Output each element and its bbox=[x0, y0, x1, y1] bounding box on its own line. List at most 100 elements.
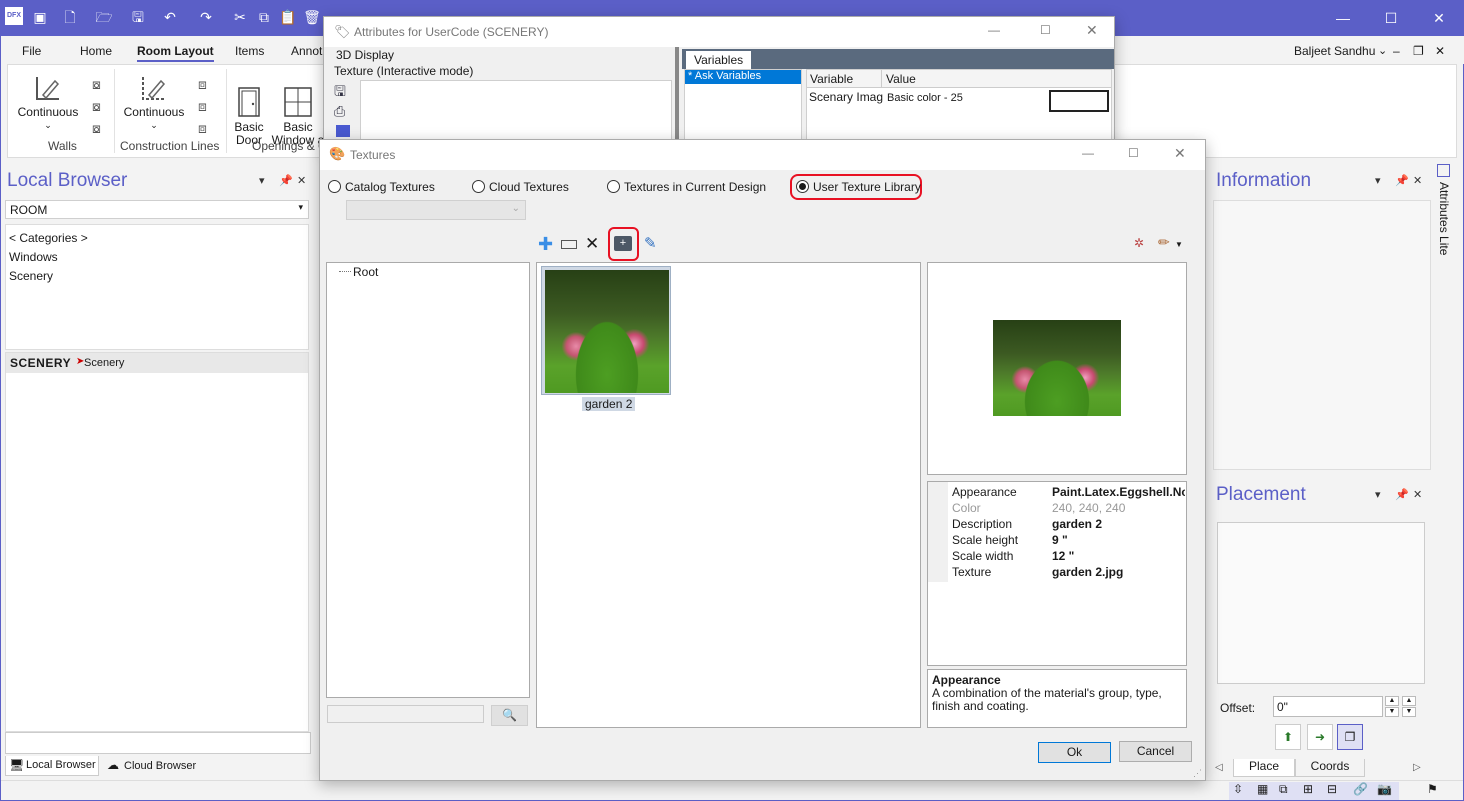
menu-file[interactable]: File bbox=[22, 44, 41, 58]
place-up-button[interactable]: ⬆ bbox=[1275, 724, 1301, 750]
menu-annotate[interactable]: Annot bbox=[291, 44, 322, 58]
minimize-button[interactable]: — bbox=[1082, 146, 1094, 160]
add-folder-icon[interactable]: + bbox=[614, 236, 632, 251]
rename-icon[interactable] bbox=[561, 240, 577, 249]
redo-icon[interactable]: ↷ bbox=[197, 8, 215, 26]
link-icon[interactable]: 🔗 bbox=[1353, 782, 1368, 796]
object-snap-icon[interactable]: ⧉ bbox=[1279, 782, 1288, 797]
property-row[interactable]: Texture garden 2.jpg bbox=[928, 564, 1185, 580]
menu-room-layout[interactable]: Room Layout bbox=[137, 44, 214, 62]
offset-down-button[interactable]: ▼ bbox=[1385, 707, 1399, 717]
property-row[interactable]: Appearance Paint.Latex.Eggshell.No bbox=[928, 484, 1185, 500]
browser-search-input[interactable] bbox=[5, 732, 311, 754]
flag-icon[interactable]: ⚑ bbox=[1427, 782, 1438, 796]
undo-icon[interactable]: ↶ bbox=[161, 8, 179, 26]
panel-close-icon[interactable]: ✕ bbox=[297, 174, 306, 187]
place-copy-button[interactable]: ❐ bbox=[1337, 724, 1363, 750]
close-button[interactable]: ✕ bbox=[1174, 145, 1186, 162]
offset-down-alt-button[interactable]: ▼ bbox=[1402, 707, 1416, 717]
add-texture-icon[interactable]: ✚ bbox=[538, 234, 553, 254]
minimize-button[interactable]: — bbox=[1323, 6, 1363, 30]
snap-icon[interactable]: ⊞ bbox=[1303, 782, 1313, 796]
texture-thumbnail-garden-2[interactable] bbox=[541, 266, 671, 395]
tab-variables[interactable]: Variables bbox=[686, 51, 752, 69]
splitter[interactable] bbox=[675, 47, 679, 149]
walls-continuous-button[interactable]: Continuous ⌄ bbox=[16, 73, 80, 132]
offset-up-button[interactable]: ▲ bbox=[1385, 696, 1399, 706]
pin-icon[interactable]: 📌 bbox=[1395, 488, 1409, 501]
user-name[interactable]: Baljeet Sandhu bbox=[1294, 44, 1375, 58]
property-row[interactable]: Scale width 12 " bbox=[928, 548, 1185, 564]
ok-button[interactable]: Ok bbox=[1038, 742, 1111, 763]
maximize-button[interactable]: ☐ bbox=[1371, 6, 1411, 30]
panel-close-icon[interactable]: ✕ bbox=[1413, 174, 1422, 187]
list-item[interactable]: Windows bbox=[9, 250, 58, 264]
paste-icon[interactable]: 📋 bbox=[279, 8, 297, 26]
tree-search-input[interactable] bbox=[327, 705, 484, 723]
cline-continuous-button[interactable]: Continuous ⌄ bbox=[122, 73, 186, 132]
measure-icon[interactable]: ✏ bbox=[1158, 234, 1170, 251]
new-file-icon[interactable]: 🗋 bbox=[61, 8, 79, 26]
radio-user-texture-library[interactable]: User Texture Library bbox=[796, 180, 921, 194]
ribbon-restore-icon[interactable]: ❐ bbox=[1413, 44, 1424, 58]
tab-local-browser[interactable]: 🖥 Local Browser bbox=[5, 756, 99, 776]
offset-up-alt-button[interactable]: ▲ bbox=[1402, 696, 1416, 706]
list-item[interactable]: Scenery bbox=[9, 269, 53, 283]
thumbnail-label[interactable]: garden 2 bbox=[582, 397, 636, 411]
save-icon[interactable]: 🖫 bbox=[129, 8, 147, 26]
property-row[interactable]: Color 240, 240, 240 bbox=[928, 500, 1185, 516]
color-swatch[interactable] bbox=[1049, 90, 1109, 112]
wall-tools-icons[interactable]: ⧇ ⧇ ⧇ bbox=[92, 73, 108, 139]
close-button[interactable]: ✕ bbox=[1086, 22, 1098, 39]
delete-icon[interactable]: 🗑 bbox=[303, 8, 321, 26]
layout-icon[interactable]: ⊟ bbox=[1327, 782, 1337, 796]
property-row[interactable]: Description garden 2 bbox=[928, 516, 1185, 532]
camera-icon[interactable]: 📷 bbox=[1377, 782, 1392, 796]
save-icon[interactable]: 🖫 bbox=[334, 81, 346, 105]
search-button[interactable]: 🔍 bbox=[491, 705, 528, 726]
menu-home[interactable]: Home bbox=[80, 44, 112, 58]
cline-tools-icons[interactable]: ⧈ ⧈ ⧈ bbox=[198, 73, 214, 139]
selected-row[interactable]: SCENERY ➤ Scenery bbox=[6, 353, 308, 373]
list-item[interactable]: < Categories > bbox=[9, 231, 88, 245]
open-project-icon[interactable]: ▣ bbox=[31, 8, 49, 26]
tab-cloud-browser[interactable]: ☁ Cloud Browser bbox=[105, 756, 215, 776]
cancel-button[interactable]: Cancel bbox=[1119, 741, 1192, 762]
property-row[interactable]: Scale height 9 " bbox=[928, 532, 1185, 548]
eyedropper-icon[interactable]: ✎ bbox=[644, 234, 657, 252]
panel-menu-icon[interactable]: ▾ bbox=[1375, 174, 1381, 187]
offset-input[interactable]: 0" bbox=[1273, 696, 1383, 717]
open-folder-icon[interactable]: 🗁 bbox=[95, 8, 113, 26]
print-icon[interactable]: ⎙ bbox=[334, 103, 345, 120]
place-right-button[interactable]: ➜ bbox=[1307, 724, 1333, 750]
cut-icon[interactable]: ✂ bbox=[231, 8, 249, 26]
delete-texture-icon[interactable]: ✕ bbox=[585, 234, 599, 254]
tab-coords[interactable]: Coords bbox=[1295, 759, 1365, 777]
compass-icon[interactable]: ✲ bbox=[1134, 236, 1144, 250]
panel-menu-icon[interactable]: ▾ bbox=[259, 174, 265, 187]
close-button[interactable]: ✕ bbox=[1419, 6, 1459, 30]
panel-close-icon[interactable]: ✕ bbox=[1413, 488, 1422, 501]
panel-menu-icon[interactable]: ▾ bbox=[1375, 488, 1381, 501]
category-dropdown[interactable]: ROOM ▾ bbox=[5, 200, 309, 219]
scroll-left-icon[interactable]: ◁ bbox=[1215, 762, 1223, 773]
radio-catalog-textures[interactable]: Catalog Textures bbox=[328, 180, 435, 194]
resize-grip-icon[interactable]: ⋰ bbox=[1193, 768, 1202, 779]
pin-icon[interactable]: 📌 bbox=[1395, 174, 1409, 187]
attributes-lite-side-tab[interactable]: Attributes Lite bbox=[1435, 164, 1453, 274]
minimize-button[interactable]: — bbox=[988, 23, 1000, 37]
copy-icon[interactable]: ⧉ bbox=[255, 8, 273, 26]
maximize-button[interactable]: ☐ bbox=[1128, 146, 1139, 160]
tab-place[interactable]: Place bbox=[1233, 759, 1295, 777]
ribbon-collapse-icon[interactable]: – bbox=[1393, 44, 1400, 58]
grid-snap-icon[interactable]: ▦ bbox=[1257, 782, 1268, 796]
updown-icon[interactable]: ⇳ bbox=[1233, 782, 1243, 796]
radio-cloud-textures[interactable]: Cloud Textures bbox=[472, 180, 569, 194]
chevron-down-icon[interactable]: ▼ bbox=[1175, 240, 1183, 249]
ribbon-close-icon[interactable]: ✕ bbox=[1435, 44, 1445, 58]
pin-icon[interactable]: 📌 bbox=[279, 174, 293, 187]
variable-value-cell[interactable]: Basic color - 25 bbox=[887, 92, 963, 104]
tree-root[interactable]: Root bbox=[353, 265, 378, 279]
list-item-ask-variables[interactable]: * Ask Variables bbox=[685, 70, 801, 84]
scroll-right-icon[interactable]: ▷ bbox=[1413, 762, 1421, 773]
